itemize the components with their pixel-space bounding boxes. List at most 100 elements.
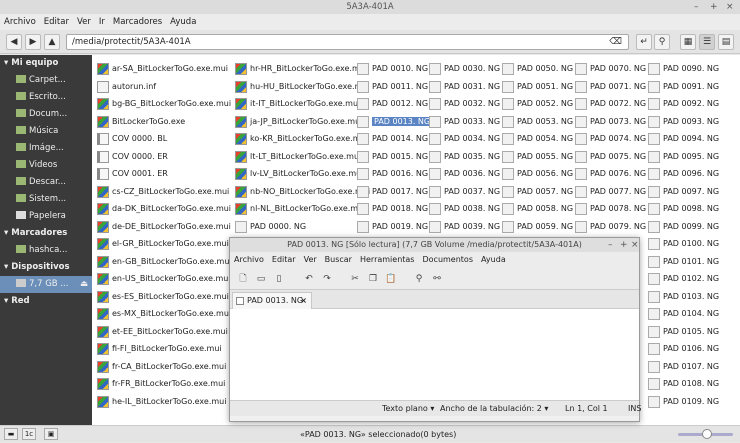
editor-minimize-icon[interactable]: – — [608, 238, 613, 252]
file-item[interactable]: PAD 0054. NG — [500, 130, 573, 148]
file-item[interactable]: PAD 0035. NG — [427, 148, 500, 166]
places-icon[interactable]: ▬ — [4, 428, 18, 440]
file-item[interactable]: PAD 0106. NG — [646, 340, 719, 358]
file-item[interactable]: PAD 0018. NG — [355, 200, 432, 218]
file-item[interactable]: PAD 0099. NG — [646, 218, 719, 236]
editor-maximize-icon[interactable]: + — [620, 238, 628, 252]
file-item[interactable]: PAD 0107. NG — [646, 358, 719, 376]
minimize-icon[interactable]: – — [694, 0, 699, 14]
file-item[interactable]: PAD 0052. NG — [500, 95, 573, 113]
file-item[interactable]: PAD 0033. NG — [427, 113, 500, 131]
location-toggle-icon[interactable]: ↵ — [636, 34, 652, 50]
list-view-icon[interactable]: ☰ — [699, 34, 715, 50]
sidebar-item[interactable]: hashca... — [0, 242, 92, 259]
sidebar-item[interactable]: Escrito... — [0, 89, 92, 106]
file-item[interactable]: fr-FR_BitLockerToGo.exe.mui — [95, 375, 232, 393]
up-icon[interactable]: ▲ — [44, 34, 60, 50]
back-icon[interactable]: ◀ — [6, 34, 22, 50]
undo-icon[interactable]: ↶ — [302, 272, 316, 286]
file-item[interactable]: PAD 0055. NG — [500, 148, 573, 166]
file-item[interactable]: PAD 0094. NG — [646, 130, 719, 148]
editor-menu-item-6[interactable]: Ayuda — [477, 252, 510, 268]
clear-location-icon[interactable]: ⌫ — [609, 35, 622, 49]
file-item[interactable]: PAD 0050. NG — [500, 60, 573, 78]
sidebar-item[interactable]: Videos — [0, 157, 92, 174]
menu-item-2[interactable]: Ver — [73, 14, 95, 30]
file-item[interactable]: PAD 0096. NG — [646, 165, 719, 183]
file-item[interactable]: PAD 0010. NG — [355, 60, 432, 78]
file-item[interactable]: da-DK_BitLockerToGo.exe.mui — [95, 200, 232, 218]
file-item[interactable]: cs-CZ_BitLockerToGo.exe.mui — [95, 183, 232, 201]
file-item[interactable]: PAD 0039. NG — [427, 218, 500, 236]
find-icon[interactable]: ⚲ — [412, 272, 426, 286]
file-item[interactable]: es-MX_BitLockerToGo.exe.mui — [95, 305, 232, 323]
file-item[interactable]: en-GB_BitLockerToGo.exe.mui — [95, 253, 232, 271]
file-item[interactable]: hr-HR_BitLockerToGo.exe.mui — [233, 60, 370, 78]
sidebar-item[interactable]: Imáge... — [0, 140, 92, 157]
file-item[interactable]: ko-KR_BitLockerToGo.exe.mui — [233, 130, 370, 148]
zoom-slider[interactable] — [678, 429, 733, 439]
file-item[interactable]: PAD 0104. NG — [646, 305, 719, 323]
file-item[interactable]: PAD 0095. NG — [646, 148, 719, 166]
replace-icon[interactable]: ⚯ — [430, 272, 444, 286]
file-item[interactable]: he-IL_BitLockerToGo.exe.mui — [95, 393, 232, 411]
file-item[interactable]: hu-HU_BitLockerToGo.exe.mui — [233, 78, 370, 96]
save-icon[interactable]: ▯ — [272, 272, 286, 286]
file-item[interactable]: PAD 0098. NG — [646, 200, 719, 218]
file-item[interactable]: PAD 0037. NG — [427, 183, 500, 201]
file-item[interactable]: PAD 0076. NG — [573, 165, 646, 183]
file-item[interactable]: lt-LT_BitLockerToGo.exe.mui — [233, 148, 370, 166]
sidebar-item[interactable]: Papelera — [0, 208, 92, 225]
file-item[interactable]: PAD 0034. NG — [427, 130, 500, 148]
file-item[interactable]: PAD 0074. NG — [573, 130, 646, 148]
editor-menu-item-1[interactable]: Editar — [268, 252, 300, 268]
file-item[interactable]: nl-NL_BitLockerToGo.exe.mui — [233, 200, 370, 218]
file-item[interactable]: it-IT_BitLockerToGo.exe.mui — [233, 95, 370, 113]
tree-icon[interactable]: 1c — [22, 428, 36, 440]
file-item[interactable]: PAD 0075. NG — [573, 148, 646, 166]
file-item[interactable]: fr-CA_BitLockerToGo.exe.mui — [95, 358, 232, 376]
file-item[interactable]: PAD 0077. NG — [573, 183, 646, 201]
tab-width-selector[interactable]: Ancho de la tabulación: 2 ▾ — [440, 401, 548, 417]
file-item[interactable]: PAD 0038. NG — [427, 200, 500, 218]
search-icon[interactable]: ⚲ — [654, 34, 670, 50]
file-item[interactable]: PAD 0109. NG — [646, 393, 719, 411]
sidebar-item[interactable]: Sistem... — [0, 191, 92, 208]
file-item[interactable]: PAD 0011. NG — [355, 78, 432, 96]
file-item[interactable]: es-ES_BitLockerToGo.exe.mui — [95, 288, 232, 306]
file-item[interactable]: ja-JP_BitLockerToGo.exe.mui — [233, 113, 370, 131]
sidebar-section-2[interactable]: ▾ Dispositivos — [0, 259, 92, 276]
file-item[interactable]: PAD 0016. NG — [355, 165, 432, 183]
close-tab-icon[interactable]: × — [300, 293, 307, 309]
file-item[interactable]: PAD 0051. NG — [500, 78, 573, 96]
editor-menu-item-3[interactable]: Buscar — [321, 252, 356, 268]
file-item[interactable]: en-US_BitLockerToGo.exe.mui — [95, 270, 232, 288]
cut-icon[interactable]: ✂ — [348, 272, 362, 286]
file-item[interactable]: et-EE_BitLockerToGo.exe.mui — [95, 323, 232, 341]
sidebar-item[interactable]: Descar... — [0, 174, 92, 191]
file-item[interactable]: COV 0000. ER — [95, 148, 232, 166]
file-item[interactable]: PAD 0091. NG — [646, 78, 719, 96]
file-item[interactable]: lv-LV_BitLockerToGo.exe.mui — [233, 165, 370, 183]
file-item[interactable]: autorun.inf — [95, 78, 232, 96]
file-item[interactable]: PAD 0058. NG — [500, 200, 573, 218]
file-item[interactable]: ar-SA_BitLockerToGo.exe.mui — [95, 60, 232, 78]
file-item[interactable]: PAD 0108. NG — [646, 375, 719, 393]
menu-item-0[interactable]: Archivo — [0, 14, 40, 30]
file-item[interactable]: PAD 0013. NG — [355, 113, 433, 131]
file-item[interactable]: PAD 0032. NG — [427, 95, 500, 113]
file-item[interactable]: nb-NO_BitLockerToGo.exe.mui — [233, 183, 370, 201]
menu-item-1[interactable]: Editar — [40, 14, 73, 30]
sidebar-item[interactable]: 7,7 GB ... ⏏ — [0, 276, 92, 293]
file-item[interactable]: COV 0000. BL — [95, 130, 232, 148]
file-item[interactable]: PAD 0101. NG — [646, 253, 719, 271]
file-item[interactable]: PAD 0071. NG — [573, 78, 646, 96]
forward-icon[interactable]: ▶ — [25, 34, 41, 50]
file-item[interactable]: PAD 0093. NG — [646, 113, 719, 131]
file-item[interactable]: PAD 0105. NG — [646, 323, 719, 341]
close-icon[interactable]: × — [726, 0, 734, 14]
file-item[interactable]: PAD 0000. NG — [233, 218, 370, 236]
icon-view-icon[interactable]: ▦ — [680, 34, 696, 50]
file-item[interactable]: BitLockerToGo.exe — [95, 113, 232, 131]
syntax-selector[interactable]: Texto plano ▾ — [382, 401, 434, 417]
